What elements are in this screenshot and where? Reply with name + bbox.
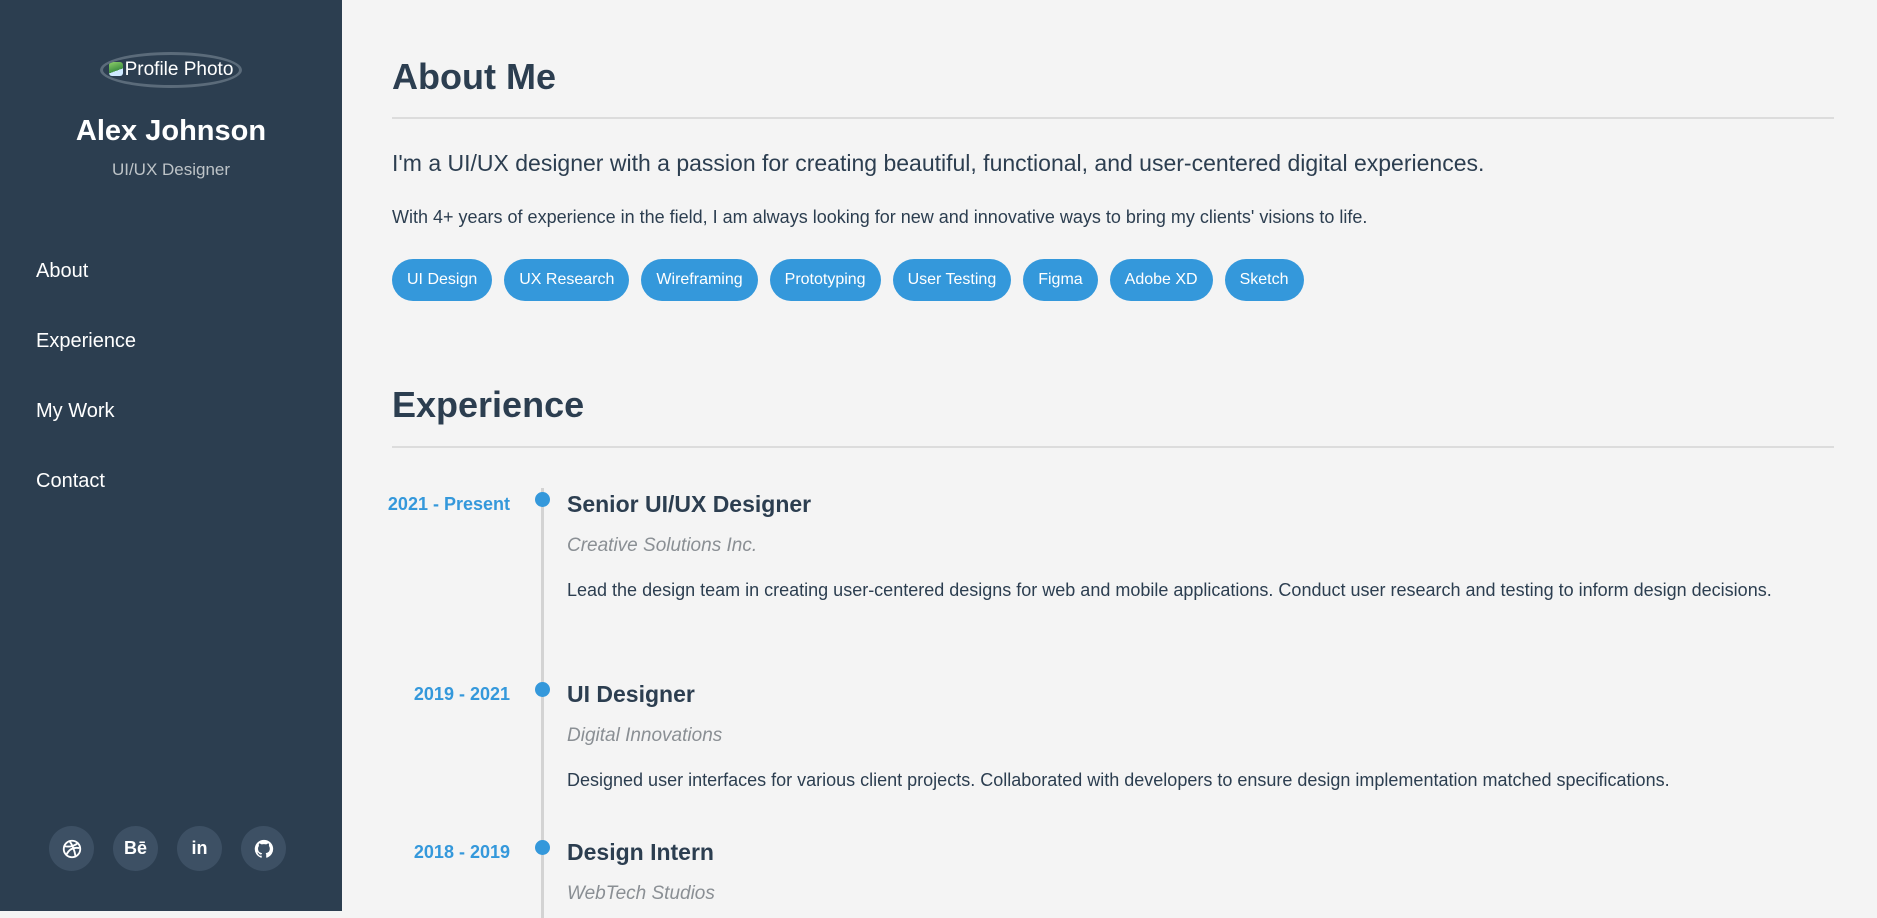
job-company: Digital Innovations [567,725,723,746]
main-content: About Me I'm a UI/UX designer with a pas… [388,0,1834,918]
about-divider [392,117,1834,119]
profile: Profile Photo Alex Johnson UI/UX Designe… [0,0,342,180]
sidebar: Profile Photo Alex Johnson UI/UX Designe… [0,0,342,911]
timeline-dot [535,492,550,507]
skill-tag: Adobe XD [1109,259,1213,301]
dribbble-icon[interactable] [49,826,94,871]
profile-photo-alt-text: Profile Photo [124,59,234,80]
skill-tag: Wireframing [641,259,758,301]
nav-item-my-work[interactable]: My Work [0,376,342,446]
skill-tag: UI Design [392,259,493,301]
job-date: 2021 - Present [387,494,510,514]
job-title: Senior UI/UX Designer [567,491,812,517]
skill-tag: Sketch [1224,259,1304,301]
job-description: Lead the design team in creating user-ce… [567,580,1772,600]
skill-tag: Prototyping [769,259,881,301]
job-date: 2018 - 2019 [413,842,510,862]
job-company: WebTech Studios [567,883,715,904]
social-links: Bē in [49,826,286,871]
skill-tag: User Testing [892,259,1012,301]
profile-role: UI/UX Designer [111,160,231,179]
about-paragraph: With 4+ years of experience in the field… [392,207,1368,227]
skill-tag: UX Research [504,259,630,301]
timeline-dot [535,840,550,855]
behance-icon[interactable]: Bē [113,826,158,871]
skills-list: UI Design UX Research Wireframing Protot… [392,259,1304,301]
profile-name: Alex Johnson [75,115,267,147]
job-title: Design Intern [567,839,714,865]
experience-title: Experience [392,384,585,425]
sidebar-nav: About Experience My Work Contact [0,236,342,516]
linkedin-icon[interactable]: in [177,826,222,871]
nav-item-experience[interactable]: Experience [0,306,342,376]
about-title: About Me [392,56,556,97]
nav-item-contact[interactable]: Contact [0,446,342,516]
about-lead: I'm a UI/UX designer with a passion for … [392,150,1485,176]
timeline-dot [535,682,550,697]
job-title: UI Designer [567,681,695,707]
skill-tag: Figma [1023,259,1098,301]
job-description: Designed user interfaces for various cli… [567,770,1670,790]
experience-divider [392,446,1834,448]
github-icon[interactable] [241,826,286,871]
job-date: 2019 - 2021 [413,684,510,704]
nav-item-about[interactable]: About [0,236,342,306]
profile-photo: Profile Photo [100,52,242,88]
broken-image-icon [108,62,123,76]
job-company: Creative Solutions Inc. [567,535,758,556]
